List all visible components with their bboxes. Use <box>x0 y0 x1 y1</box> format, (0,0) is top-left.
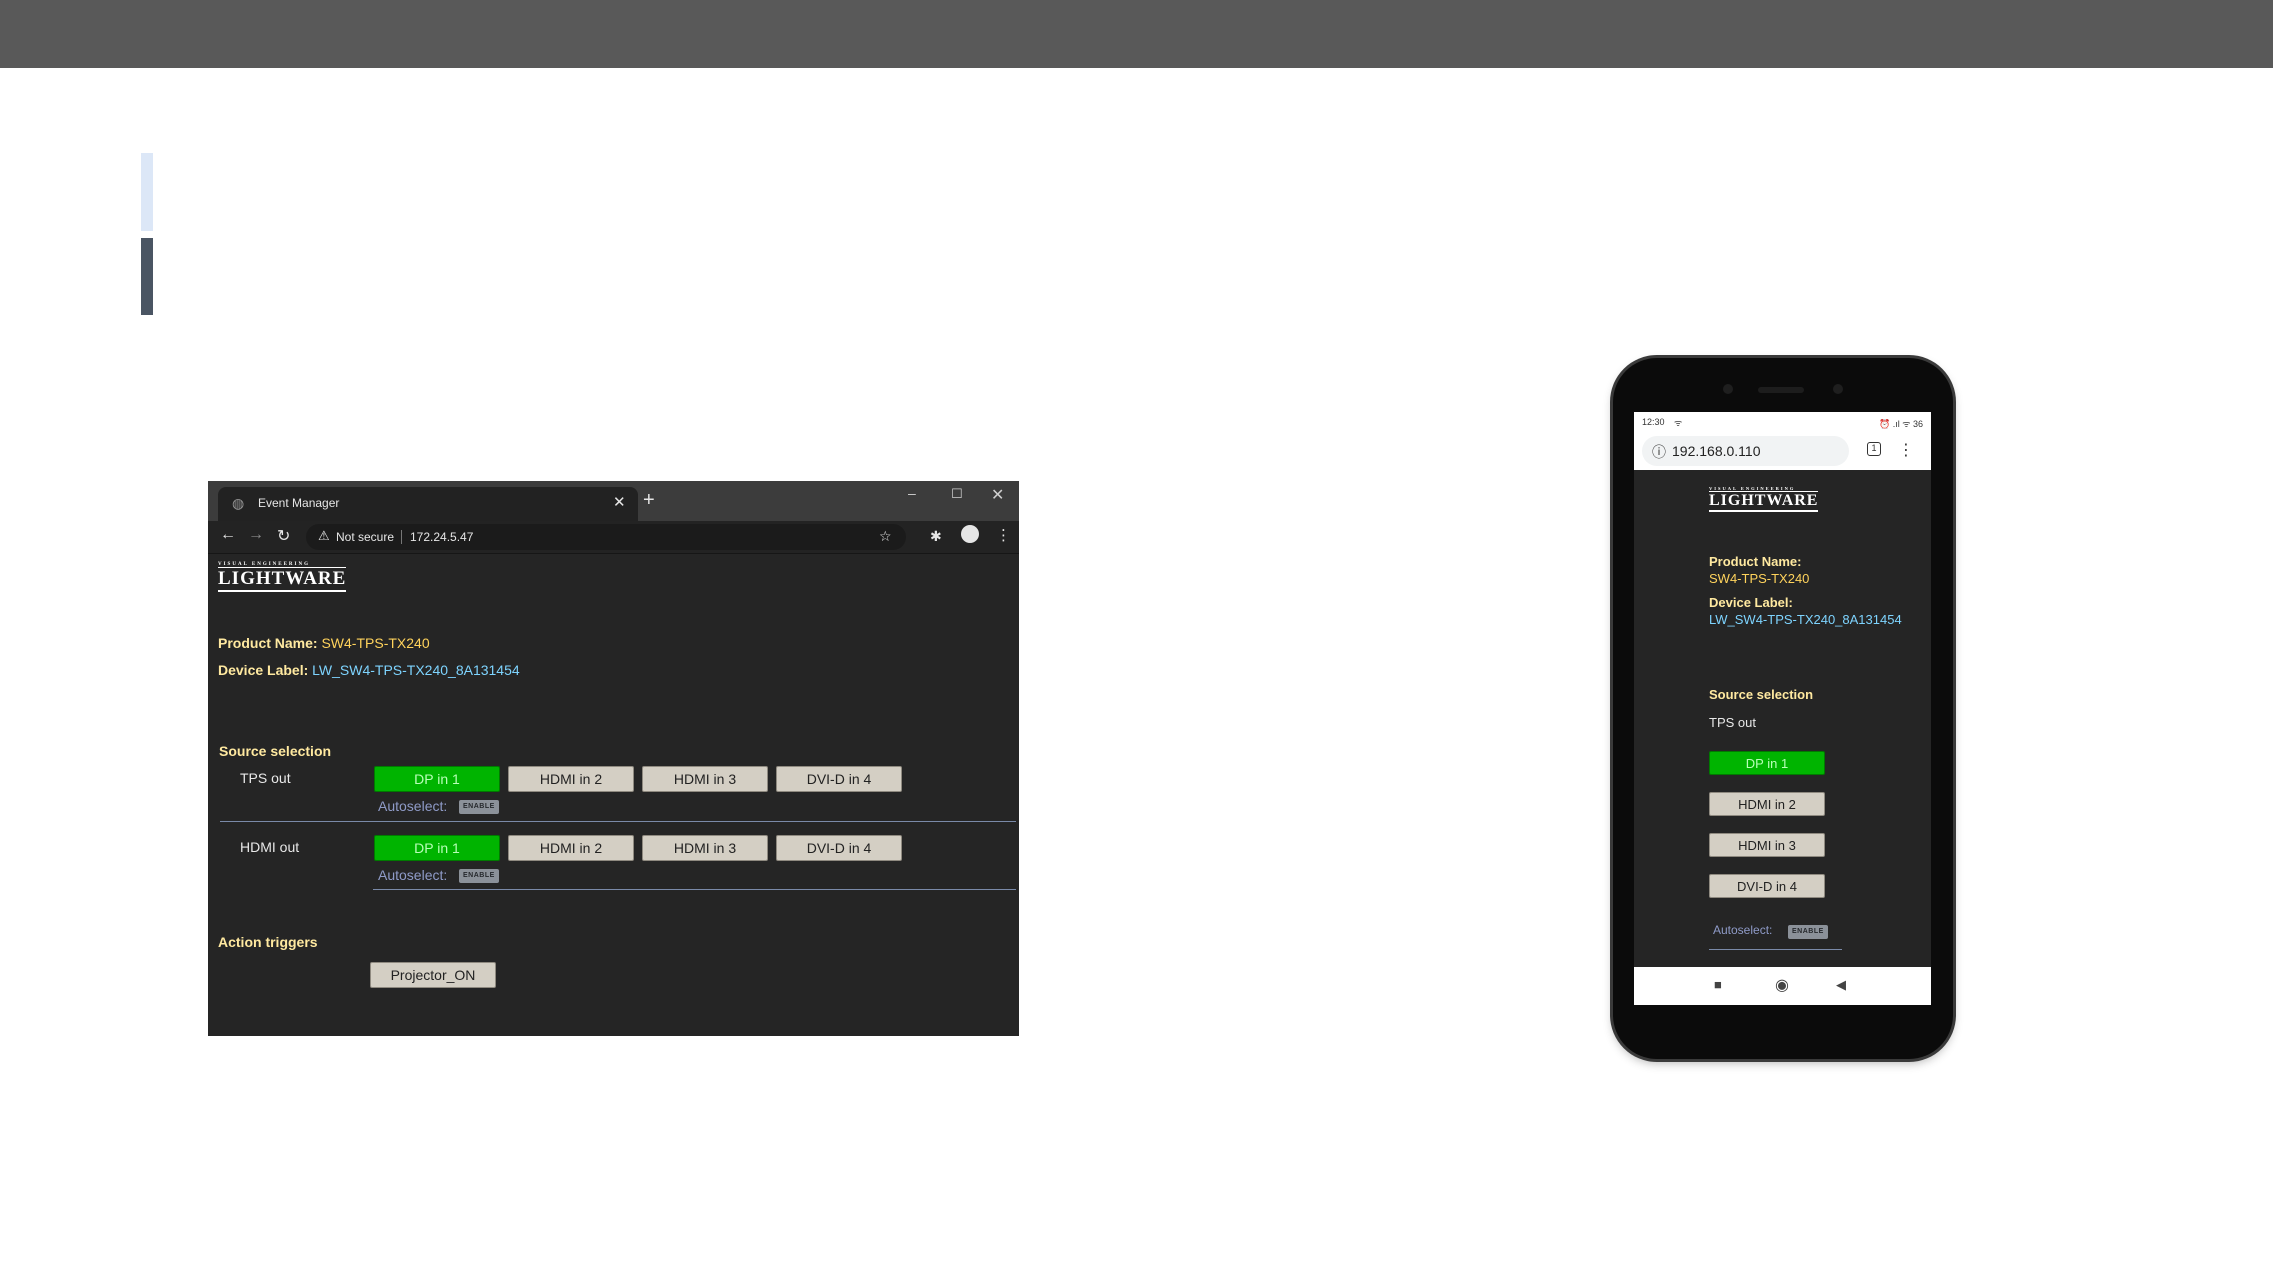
hdmi-out-label: HDMI out <box>240 839 300 855</box>
warning-icon: ⚠ <box>318 528 330 543</box>
phone-divider <box>1709 949 1842 950</box>
phone-autoselect-label: Autoselect: <box>1713 923 1773 937</box>
device-label-value: LW_SW4-TPS-TX240_8A131454 <box>312 662 520 678</box>
hdmi-divider <box>373 889 1016 890</box>
wifi-icon: ᯤ <box>1674 418 1683 428</box>
browser-menu-icon[interactable]: ⋮ <box>996 526 1011 544</box>
phone-device-label-label: Device Label: <box>1709 595 1793 610</box>
phone-nav-bar: ■ ◉ ◀ <box>1634 967 1931 1005</box>
hdmi-source-dp1-button[interactable]: DP in 1 <box>374 835 500 861</box>
phone-device-label-value: LW_SW4-TPS-TX240_8A131454 <box>1709 612 1902 627</box>
address-separator <box>401 530 402 544</box>
device-label-label: Device Label: <box>218 662 309 678</box>
product-name-label: Product Name: <box>218 635 318 651</box>
info-icon: ⓘ <box>1652 444 1666 460</box>
phone-time: 12:30 <box>1642 417 1665 427</box>
hdmi-source-hdmi2-button[interactable]: HDMI in 2 <box>508 835 634 861</box>
nav-back-icon[interactable]: ◀ <box>1836 977 1846 993</box>
product-name-row: Product Name: SW4-TPS-TX240 <box>218 635 430 651</box>
top-banner <box>0 0 2273 68</box>
front-camera-icon <box>1723 384 1733 394</box>
tps-autoselect-label: Autoselect: <box>378 798 448 814</box>
phone-autoselect-enable-button[interactable]: ENABLE <box>1788 925 1828 939</box>
close-tab-icon[interactable]: ✕ <box>613 493 626 511</box>
tab-title: Event Manager <box>258 496 340 510</box>
maximize-icon[interactable]: ☐ <box>951 486 963 502</box>
phone-source-hdmi2-button[interactable]: HDMI in 2 <box>1709 792 1825 816</box>
product-name-value: SW4-TPS-TX240 <box>321 635 430 651</box>
device-label-row: Device Label: LW_SW4-TPS-TX240_8A131454 <box>218 662 520 678</box>
tps-source-dvid4-button[interactable]: DVI-D in 4 <box>776 766 902 792</box>
proximity-sensor-icon <box>1833 384 1843 394</box>
earpiece-speaker <box>1758 387 1804 393</box>
new-tab-icon[interactable]: + <box>643 489 655 512</box>
side-accent-light <box>141 153 153 231</box>
browser-toolbar: ← → ↻ ⚠ Not secure 172.24.5.47 ☆ ✱ ⋮ <box>208 521 1019 554</box>
phone-source-selection-title: Source selection <box>1709 687 1814 702</box>
address-url[interactable]: 172.24.5.47 <box>410 530 473 544</box>
minimize-icon[interactable]: – <box>908 485 916 501</box>
hdmi-autoselect-enable-button[interactable]: ENABLE <box>459 869 499 883</box>
reload-icon[interactable]: ↻ <box>277 526 290 546</box>
hdmi-autoselect-label: Autoselect: <box>378 867 448 883</box>
phone-address-url[interactable]: 192.168.0.110 <box>1672 443 1761 459</box>
tps-out-label: TPS out <box>240 770 291 786</box>
forward-icon[interactable]: → <box>248 526 264 544</box>
globe-icon: ◍ <box>232 495 245 511</box>
phone-status-bar: 12:30 ᯤ ⏰ .ıl ᯤ 36 <box>1634 412 1931 432</box>
close-window-icon[interactable]: ✕ <box>991 485 1004 505</box>
phone-screen: 12:30 ᯤ ⏰ .ıl ᯤ 36 ⓘ 192.168.0.110 1 ⋮ V… <box>1634 412 1931 1005</box>
recent-apps-icon[interactable]: ■ <box>1714 977 1722 992</box>
tps-source-dp1-button[interactable]: DP in 1 <box>374 766 500 792</box>
tab-strip: ◍ Event Manager ✕ + – ☐ ✕ <box>208 481 1019 521</box>
tps-divider <box>220 821 1016 822</box>
desktop-browser-window: ◍ Event Manager ✕ + – ☐ ✕ ← → ↻ ⚠ Not se… <box>208 481 1019 1036</box>
source-selection-title: Source selection <box>219 743 332 759</box>
lightware-logo: VISUAL ENGINEERING LIGHTWARE <box>218 562 347 592</box>
phone-product-name-label: Product Name: <box>1709 554 1802 569</box>
phone-product-name-value: SW4-TPS-TX240 <box>1709 571 1810 586</box>
side-accent-dark <box>141 238 153 315</box>
phone-lightware-logo: VISUAL ENGINEERING LIGHTWARE <box>1709 486 1819 512</box>
extensions-icon[interactable]: ✱ <box>930 528 942 545</box>
projector-on-button[interactable]: Projector_ON <box>370 962 496 988</box>
phone-address-bar[interactable]: ⓘ 192.168.0.110 <box>1642 436 1849 466</box>
tps-source-hdmi3-button[interactable]: HDMI in 3 <box>642 766 768 792</box>
phone-source-dp1-button[interactable]: DP in 1 <box>1709 751 1825 775</box>
tab-switcher-icon[interactable]: 1 <box>1867 442 1881 456</box>
phone-tps-out-label: TPS out <box>1709 715 1756 730</box>
home-icon[interactable]: ◉ <box>1775 975 1789 995</box>
phone-source-hdmi3-button[interactable]: HDMI in 3 <box>1709 833 1825 857</box>
tps-source-hdmi2-button[interactable]: HDMI in 2 <box>508 766 634 792</box>
phone-source-dvid4-button[interactable]: DVI-D in 4 <box>1709 874 1825 898</box>
phone-browser-bar: ⓘ 192.168.0.110 1 ⋮ <box>1634 432 1931 470</box>
hdmi-source-dvid4-button[interactable]: DVI-D in 4 <box>776 835 902 861</box>
tab-event-manager[interactable]: ◍ Event Manager ✕ <box>218 487 638 521</box>
action-triggers-title: Action triggers <box>218 934 318 950</box>
hdmi-source-hdmi3-button[interactable]: HDMI in 3 <box>642 835 768 861</box>
back-icon[interactable]: ← <box>220 526 236 544</box>
profile-icon[interactable] <box>961 525 979 543</box>
address-bar[interactable]: ⚠ Not secure 172.24.5.47 ☆ <box>306 524 906 550</box>
status-icons: ⏰ .ıl ᯤ 36 <box>1879 419 1923 429</box>
phone-menu-icon[interactable]: ⋮ <box>1898 440 1914 460</box>
tps-autoselect-enable-button[interactable]: ENABLE <box>459 800 499 814</box>
bookmark-star-icon[interactable]: ☆ <box>879 528 892 545</box>
not-secure-label: Not secure <box>336 530 395 544</box>
